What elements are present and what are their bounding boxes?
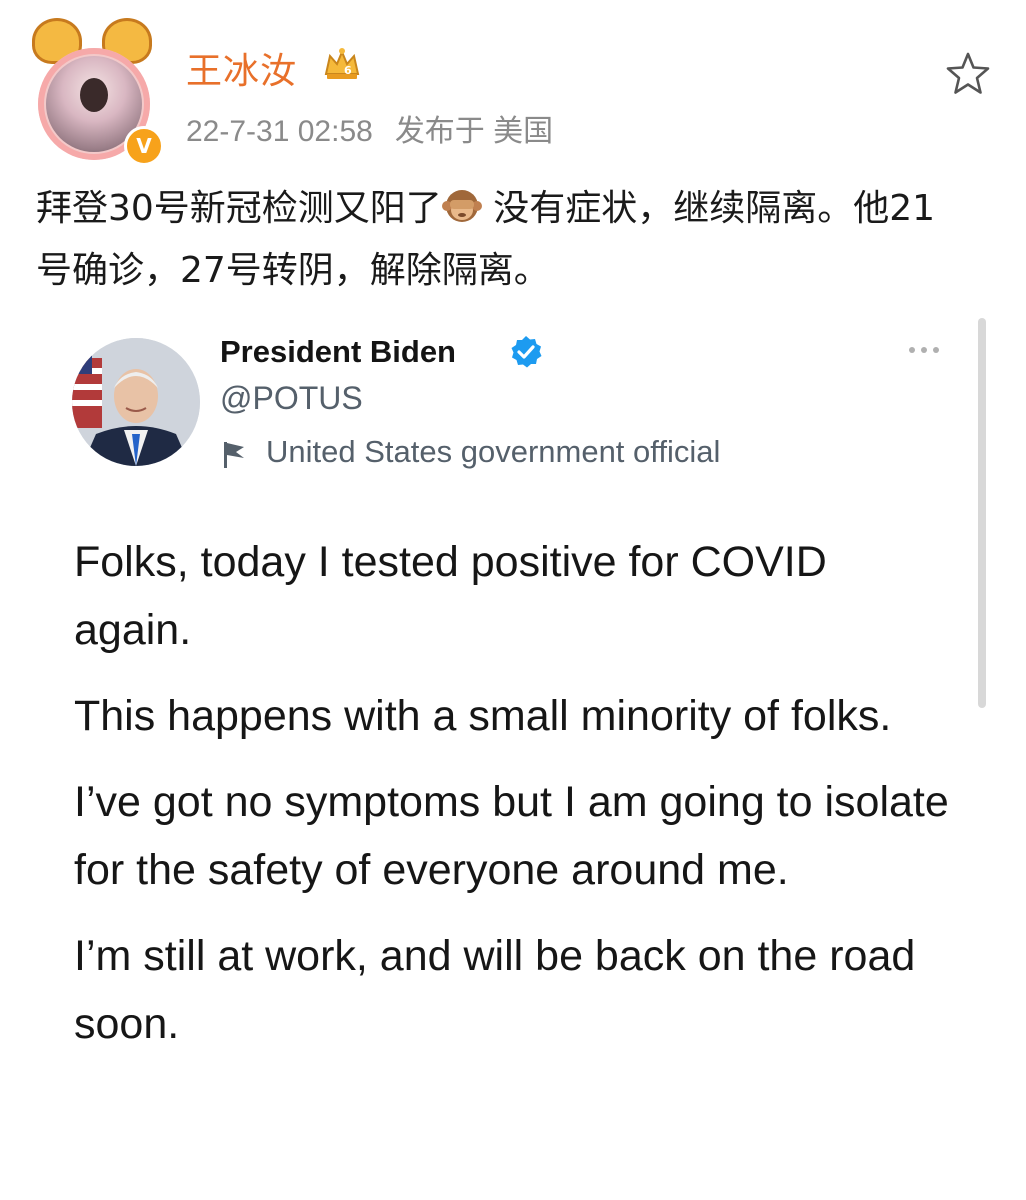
avatar-portrait bbox=[72, 338, 200, 466]
crown-icon: 6 bbox=[324, 48, 360, 79]
star-icon[interactable] bbox=[944, 50, 992, 98]
tweet-author-handle[interactable]: @POTUS bbox=[220, 380, 363, 417]
svg-text:6: 6 bbox=[344, 64, 352, 77]
tweet-paragraph: This happens with a small minority of fo… bbox=[74, 692, 892, 740]
see-no-evil-monkey-emoji bbox=[441, 190, 482, 222]
government-official-label: United States government official bbox=[266, 434, 721, 469]
verified-check-icon bbox=[511, 336, 542, 368]
more-dots-icon[interactable] bbox=[904, 340, 944, 360]
tweet-body: Folks, today I tested positive for COVID… bbox=[74, 528, 954, 1076]
post-text-part1: 拜登30号新冠检测又阳了 bbox=[36, 188, 442, 229]
tweet-author-name[interactable]: President Biden bbox=[220, 334, 456, 370]
scrollbar[interactable] bbox=[978, 318, 986, 708]
post-meta: 22-7-31 02:58 发布于 美国 bbox=[186, 106, 553, 150]
tweet-author-avatar[interactable] bbox=[72, 338, 200, 466]
tweet-paragraph: Folks, today I tested positive for COVID… bbox=[74, 538, 827, 654]
post-location: 发布于 美国 bbox=[394, 115, 554, 148]
flag-icon bbox=[224, 442, 244, 468]
tweet-paragraph: I’ve got no symptoms but I am going to i… bbox=[74, 778, 949, 894]
tweet-paragraph: I’m still at work, and will be back on t… bbox=[74, 932, 916, 1048]
post-timestamp: 22-7-31 02:58 bbox=[186, 115, 373, 148]
verified-v-badge: V bbox=[124, 126, 164, 166]
post-text: 拜登30号新冠检测又阳了 没有症状，继续隔离。他21号确诊，27号转阴，解除隔离… bbox=[36, 178, 936, 302]
author-avatar[interactable]: V bbox=[30, 18, 164, 166]
author-name[interactable]: 王冰汝 bbox=[186, 42, 297, 94]
